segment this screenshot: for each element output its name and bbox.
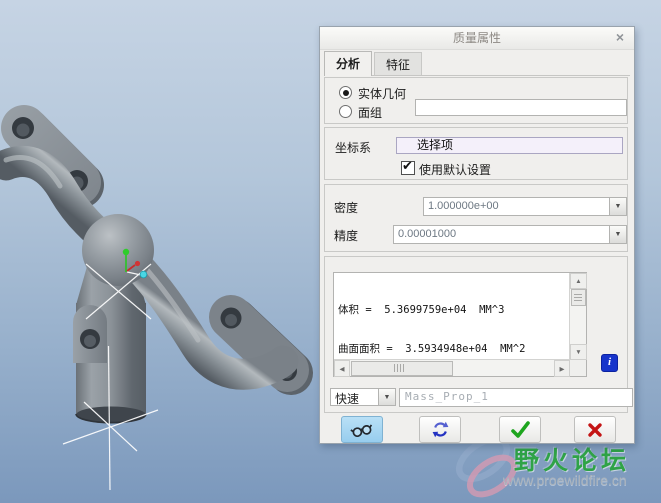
- report-mode-value: 快速: [335, 392, 360, 405]
- results-group: 体积 = 5.3699759e+04 MM^3 曲面面积 = 3.5934948…: [324, 256, 633, 413]
- radio-quilt-label: 面组: [358, 106, 383, 120]
- accuracy-combo[interactable]: 0.00001000 ▼: [393, 225, 627, 244]
- accuracy-dropdown-button[interactable]: ▼: [609, 226, 626, 243]
- scroll-left-icon[interactable]: ◀: [334, 360, 350, 377]
- tab-analysis[interactable]: 分析: [324, 51, 373, 76]
- accuracy-label: 精度: [334, 229, 359, 243]
- density-label: 密度: [334, 201, 359, 215]
- chevron-down-icon: ▼: [614, 203, 622, 210]
- result-line: 曲面面积 = 3.5934948e+04 MM^2: [338, 343, 526, 355]
- radio-solid-geometry-label: 实体几何: [358, 87, 407, 101]
- quilt-input[interactable]: [415, 99, 627, 116]
- watermark-url: www.proewildfire.cn: [503, 472, 627, 488]
- geometry-source-group: 实体几何 面组: [324, 77, 628, 124]
- scroll-up-icon[interactable]: ▲: [570, 273, 587, 289]
- horizontal-scroll-thumb[interactable]: [351, 361, 453, 376]
- scroll-right-icon[interactable]: ▶: [554, 360, 570, 377]
- accuracy-value: 0.00001000: [398, 228, 457, 240]
- tab-feature[interactable]: 特征: [374, 52, 423, 75]
- vertical-scrollbar[interactable]: ▲ ▼: [569, 273, 587, 360]
- density-accuracy-group: 密度 1.000000e+00 ▼ 精度 0.00001000 ▼: [324, 184, 628, 252]
- close-x-icon: [588, 422, 602, 437]
- result-line: 体积 = 5.3699759e+04 MM^3: [338, 304, 505, 316]
- model-lug: [73, 305, 107, 363]
- horizontal-scrollbar[interactable]: ◀ ▶: [334, 359, 570, 377]
- ok-button[interactable]: [499, 416, 541, 443]
- density-combo[interactable]: 1.000000e+00 ▼: [423, 197, 627, 216]
- report-mode-combo[interactable]: 快速 ▼: [330, 388, 396, 406]
- csys-group: 坐标系 选择项 ✔ 使用默认设置: [324, 127, 628, 180]
- csys-label: 坐标系: [335, 141, 372, 155]
- preview-button[interactable]: [341, 416, 383, 443]
- scroll-down-icon[interactable]: ▼: [570, 344, 587, 360]
- csys-selection-field[interactable]: 选择项: [396, 137, 623, 154]
- check-icon: [511, 420, 530, 438]
- refresh-arrows-icon: [432, 421, 448, 438]
- dialog-titlebar[interactable]: 质量属性 ×: [320, 27, 634, 50]
- results-textarea[interactable]: 体积 = 5.3699759e+04 MM^3 曲面面积 = 3.5934948…: [333, 272, 587, 377]
- density-dropdown-button[interactable]: ▼: [609, 198, 626, 215]
- use-default-label: 使用默认设置: [419, 163, 492, 177]
- radio-quilt[interactable]: [339, 105, 352, 118]
- analysis-name-input[interactable]: Mass_Prop_1: [399, 388, 633, 407]
- info-button[interactable]: i: [601, 354, 618, 372]
- density-value: 1.000000e+00: [428, 200, 499, 212]
- radio-solid-geometry[interactable]: [339, 86, 352, 99]
- vertical-scroll-thumb[interactable]: [571, 289, 586, 306]
- dialog-title: 质量属性: [452, 31, 501, 45]
- use-default-checkbox[interactable]: ✔: [401, 158, 415, 175]
- chevron-down-icon: ▼: [614, 231, 622, 238]
- results-text: 体积 = 5.3699759e+04 MM^3 曲面面积 = 3.5934948…: [338, 278, 568, 358]
- chevron-down-icon: ▼: [383, 393, 391, 401]
- tab-bar: 分析 特征: [324, 51, 630, 76]
- cancel-button[interactable]: [574, 416, 616, 443]
- checkbox-check-icon: ✔: [402, 158, 413, 173]
- eyeglasses-icon: [350, 423, 373, 437]
- scrollbar-corner: [570, 360, 586, 376]
- repeat-button[interactable]: [419, 416, 461, 443]
- report-mode-dropdown-button[interactable]: ▼: [378, 389, 395, 405]
- close-icon[interactable]: ×: [612, 29, 628, 45]
- mass-properties-dialog: 质量属性 × 分析 特征 实体几何 面组 坐标系 选择项 ✔ 使用默认设置 密度…: [319, 26, 635, 444]
